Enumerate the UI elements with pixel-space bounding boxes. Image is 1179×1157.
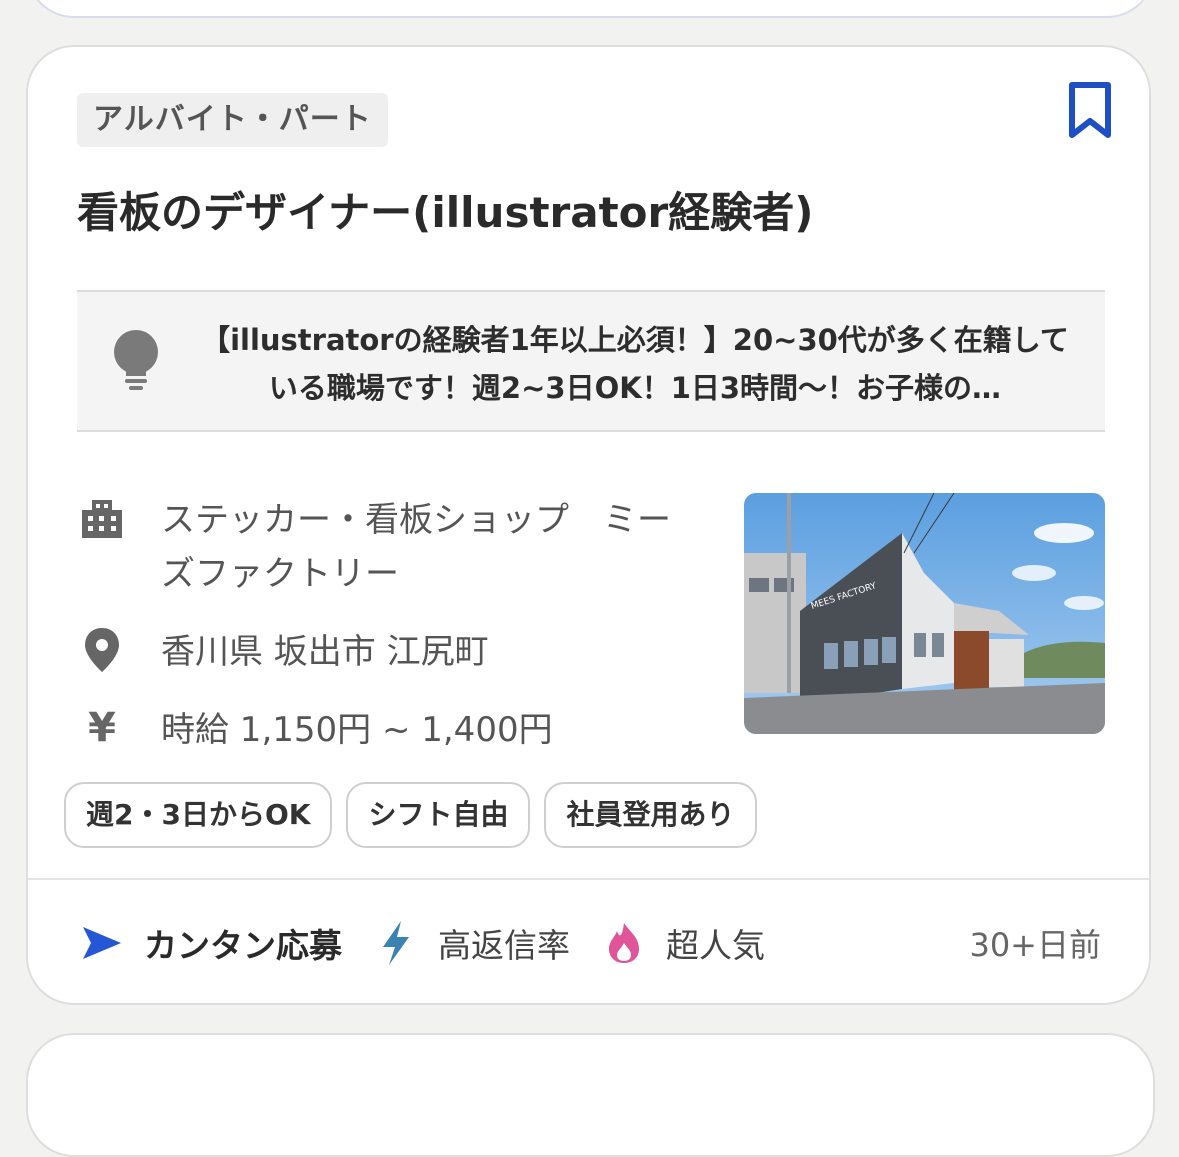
high-response-indicator: 高返信率	[374, 919, 570, 967]
popular-label: 超人気	[666, 926, 765, 965]
building-icon	[77, 493, 127, 543]
feature-tag: 社員登用あり	[544, 782, 757, 848]
job-highlight: 【illustratorの経験者1年以上必須！】20~30代が多く在籍している職…	[77, 290, 1105, 432]
location-pin-icon	[77, 625, 127, 675]
posted-date: 30+日前	[969, 926, 1101, 964]
feature-tag: 週2・3日からOK	[64, 782, 333, 848]
job-card[interactable]: アルバイト・パート 看板のデザイナー(illustrator経験者) 【illu…	[26, 45, 1151, 1005]
company-row: ステッカー・看板ショップ ミーズファクトリー	[77, 493, 697, 601]
feature-tags: 週2・3日からOK シフト自由 社員登用あり	[64, 782, 757, 848]
feature-tag: シフト自由	[346, 782, 531, 848]
lightbulb-icon	[114, 330, 158, 390]
employment-type-badge: アルバイト・パート	[77, 93, 388, 147]
high-response-label: 高返信率	[438, 926, 570, 965]
easy-apply-label: カンタン応募	[144, 926, 342, 965]
location-text: 香川県 坂出市 江尻町	[161, 632, 489, 672]
lightning-icon	[374, 921, 418, 965]
workplace-photo[interactable]: MEES FACTORY	[744, 493, 1105, 734]
company-name: ステッカー・看板ショップ ミーズファクトリー	[161, 500, 671, 594]
popular-indicator: 超人気	[602, 919, 765, 967]
salary-text: 時給 1,150円 ~ 1,400円	[161, 710, 553, 750]
job-title[interactable]: 看板のデザイナー(illustrator経験者)	[77, 179, 1109, 240]
footer-divider	[28, 878, 1149, 880]
send-arrow-icon	[80, 921, 124, 965]
highlight-text: 【illustratorの経験者1年以上必須！】20~30代が多く在籍している職…	[201, 323, 1069, 405]
yen-icon: ¥	[88, 705, 116, 751]
card-footer: カンタン応募 高返信率 超人気 30+日前	[80, 915, 1101, 971]
next-card-edge	[26, 1033, 1155, 1157]
location-row: 香川県 坂出市 江尻町	[77, 625, 489, 679]
previous-card-edge	[26, 0, 1155, 18]
flame-icon	[602, 921, 646, 965]
easy-apply-indicator[interactable]: カンタン応募	[80, 919, 342, 967]
bookmark-icon[interactable]	[1066, 81, 1114, 139]
salary-row: ¥ 時給 1,150円 ~ 1,400円	[77, 703, 553, 757]
